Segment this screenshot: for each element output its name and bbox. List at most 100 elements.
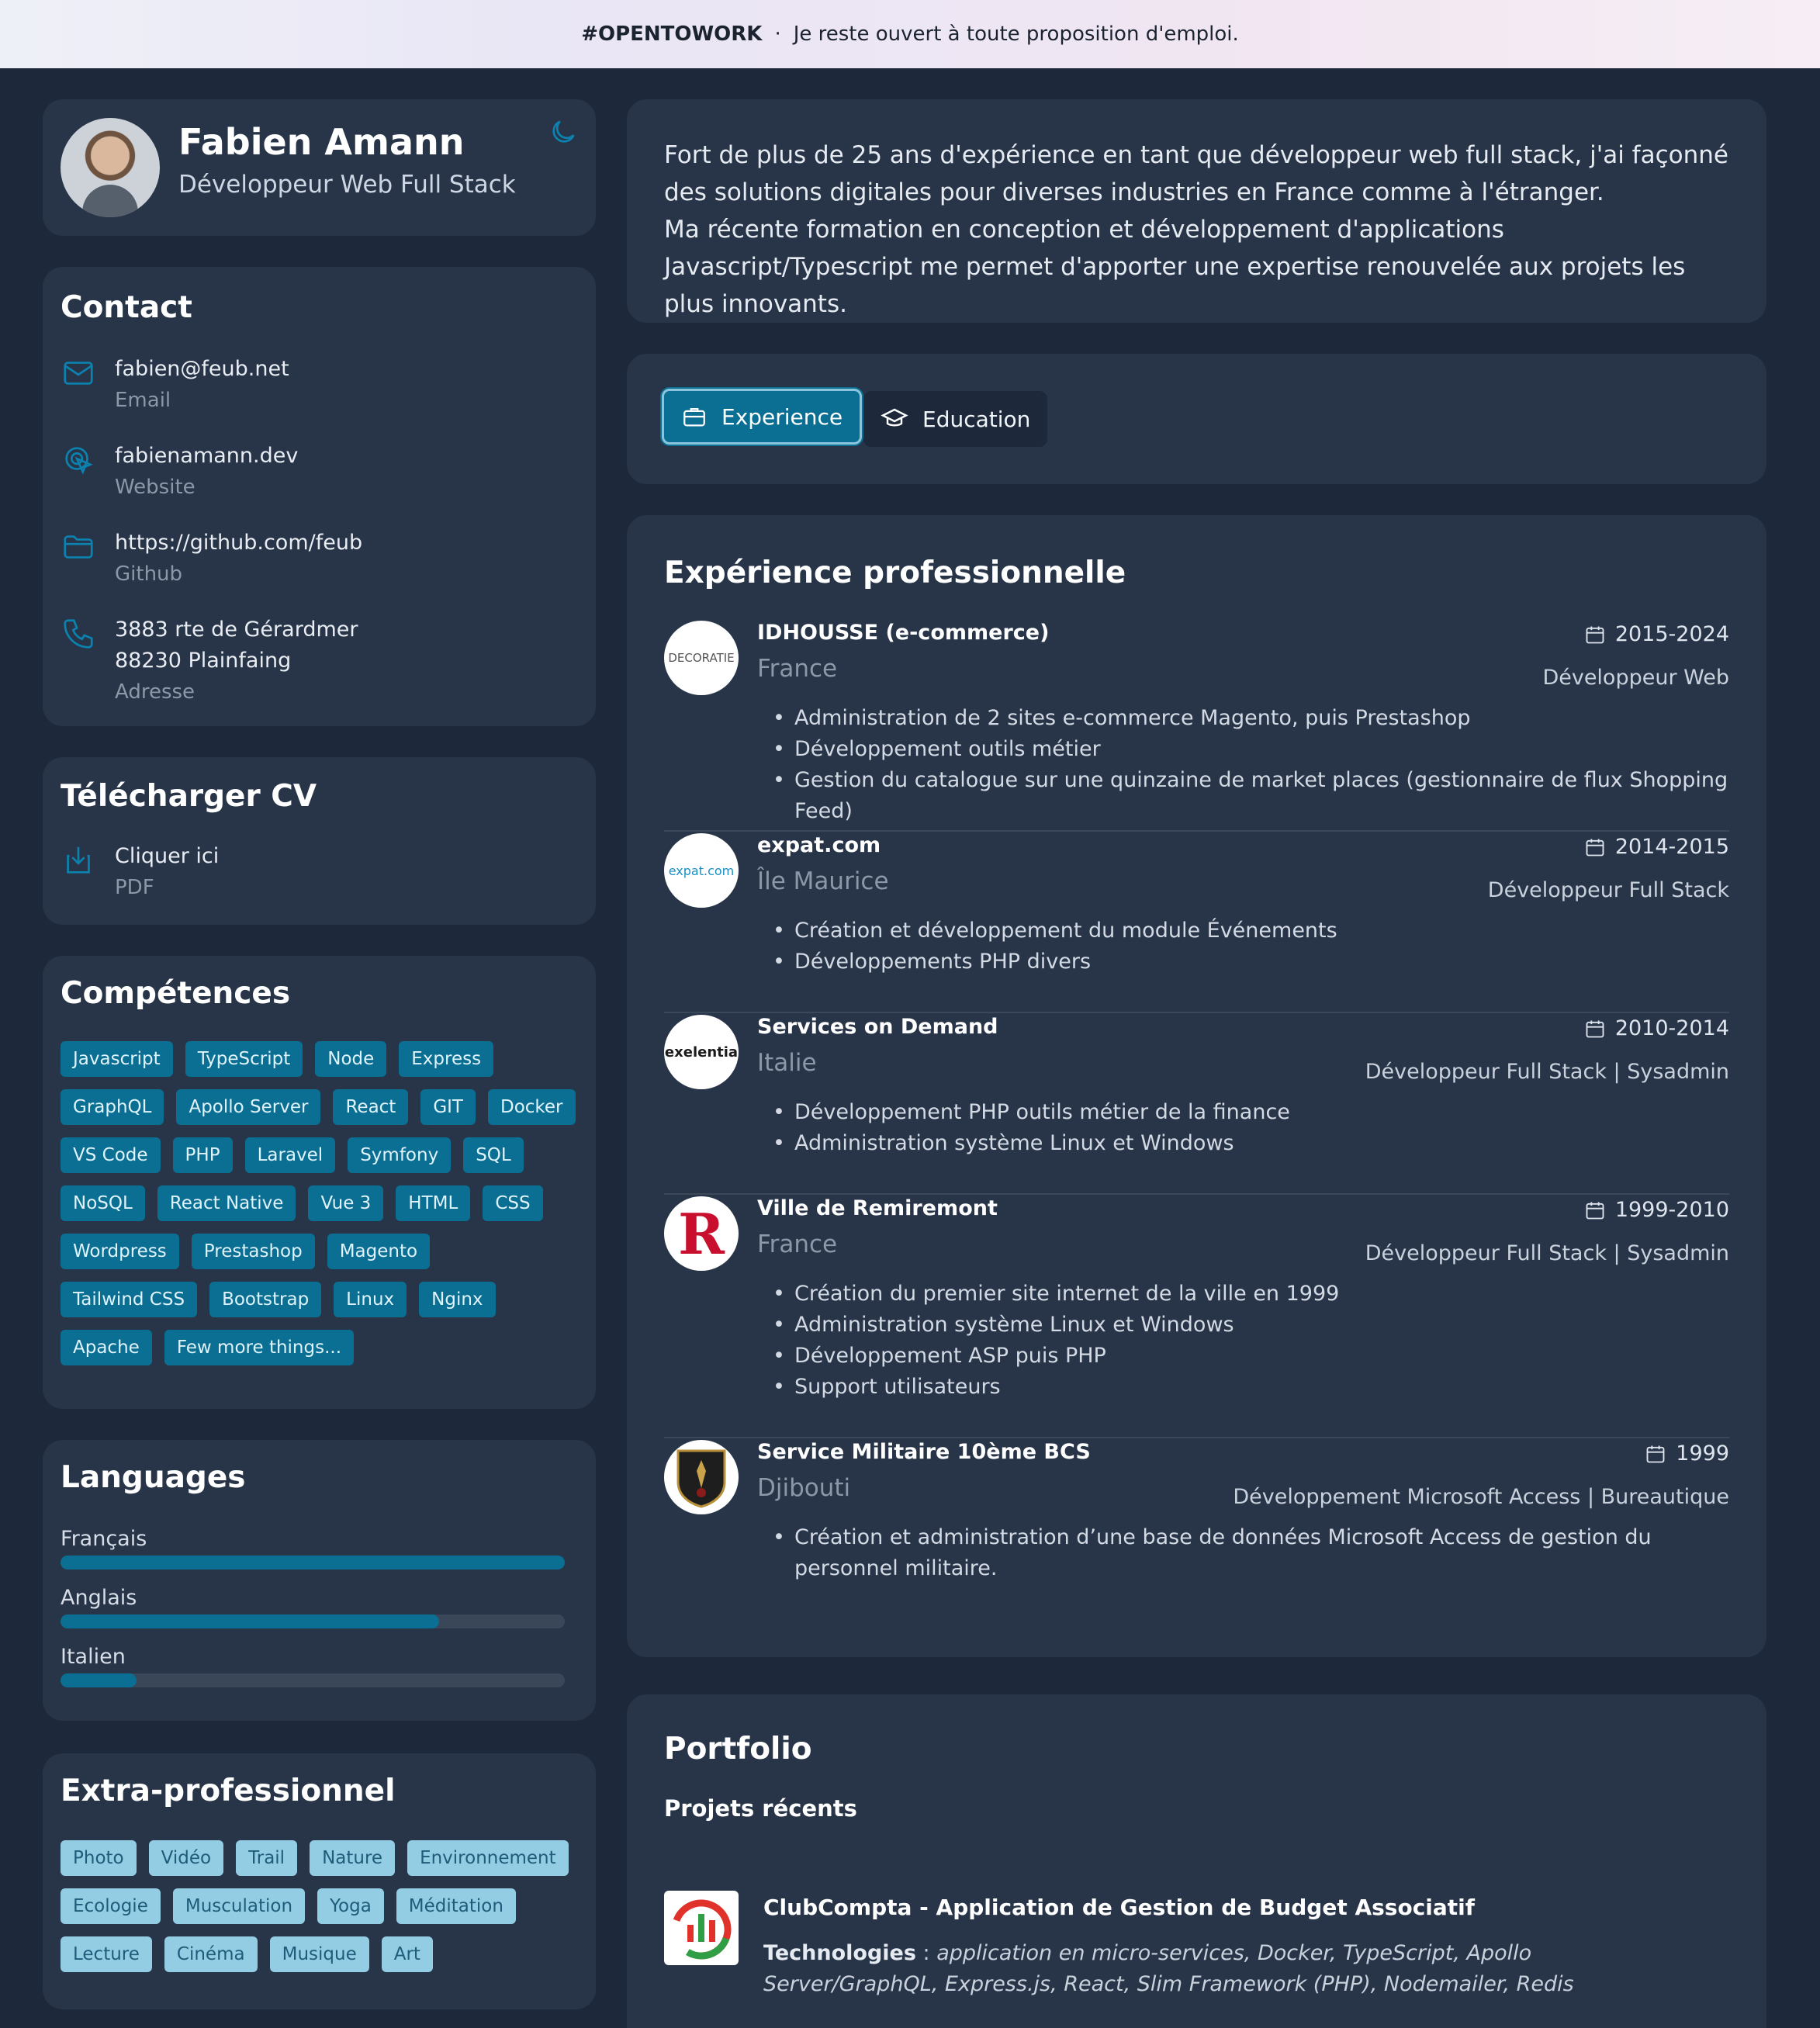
contact-address: 3883 rte de Gérardmer 88230 Plainfaing Adr… xyxy=(61,614,358,708)
bullet: Développement ASP puis PHP xyxy=(757,1341,1729,1372)
bullet: Support utilisateurs xyxy=(757,1372,1729,1403)
company-logo: exelentia xyxy=(664,1015,739,1089)
contact-value[interactable]: fabien@feub.net xyxy=(115,354,289,385)
bullet: Création et administration d’une base de… xyxy=(757,1522,1729,1584)
contact-github[interactable]: https://github.com/feub Github xyxy=(61,528,362,590)
briefcase-icon xyxy=(683,407,705,427)
language-bar-fill xyxy=(61,1673,137,1687)
cv-link[interactable]: Cliquer ici xyxy=(115,841,219,872)
profile-name: Fabien Amann xyxy=(178,121,465,163)
calendar-icon xyxy=(1646,1445,1665,1462)
tag: Lecture xyxy=(61,1936,152,1972)
company-place: France xyxy=(757,655,838,683)
language-bar xyxy=(61,1614,565,1628)
profile-card: Fabien Amann Développeur Web Full Stack xyxy=(43,99,596,236)
tag: React Native xyxy=(157,1185,296,1221)
tag: Méditation xyxy=(396,1888,516,1924)
tag: Symfony xyxy=(348,1137,452,1173)
experience-item: exelentia Services on Demand Italie 2010… xyxy=(664,1015,1729,1185)
tag: Musculation xyxy=(172,1888,306,1924)
moon-icon[interactable] xyxy=(548,116,579,147)
tab-education[interactable]: Education xyxy=(863,391,1048,447)
experience-date: 1999 xyxy=(1645,1441,1729,1466)
graduation-cap-icon xyxy=(881,408,908,427)
about-text: Fort de plus de 25 ans d'expérience en t… xyxy=(664,137,1729,323)
company-place: Djibouti xyxy=(757,1474,851,1502)
company-logo: DECORATIE xyxy=(664,621,739,695)
tab-label: Education xyxy=(922,406,1031,432)
bullet: Gestion du catalogue sur une quinzaine d… xyxy=(757,765,1729,827)
experience-role: Développeur Full Stack | Sysadmin xyxy=(1365,1060,1729,1084)
calendar-icon xyxy=(1586,1202,1604,1219)
experience-role: Développeur Web xyxy=(1542,666,1729,690)
tag: Laravel xyxy=(244,1137,336,1173)
languages-card: Languages Français Anglais Italien xyxy=(43,1440,596,1721)
tag: Nature xyxy=(310,1840,396,1876)
contact-value-2: 88230 Plainfaing xyxy=(115,649,292,673)
date-text: 1999-2010 xyxy=(1614,1198,1729,1222)
tag: Vue 3 xyxy=(308,1185,384,1221)
skills-card: Compétences Javascript TypeScript Node Expr… xyxy=(43,956,596,1409)
experience-title: Expérience professionnelle xyxy=(664,555,1126,590)
language-name: Italien xyxy=(61,1645,126,1669)
language-bar-fill xyxy=(61,1556,565,1569)
language-bar-fill xyxy=(61,1614,439,1628)
tag: VS Code xyxy=(61,1137,161,1173)
contact-value[interactable]: fabienamann.dev xyxy=(115,441,298,472)
experience-bullets: Création et administration d’une base de… xyxy=(757,1522,1729,1584)
tag: Express xyxy=(399,1041,494,1077)
contact-label: Adresse xyxy=(115,680,195,704)
company-name: Ville de Remiremont xyxy=(757,1196,998,1220)
company-name: Service Militaire 10ème BCS xyxy=(757,1440,1091,1464)
about-card: Fort de plus de 25 ans d'expérience en t… xyxy=(627,99,1766,323)
contact-label: Github xyxy=(115,562,183,586)
experience-bullets: Création et développement du module Évén… xyxy=(757,915,1729,978)
contact-card: Contact fabien@feub.net Email fabienamann… xyxy=(43,267,596,726)
project-name[interactable]: ClubCompta - Application de Gestion de B… xyxy=(763,1895,1475,1920)
tag: GraphQL xyxy=(61,1089,164,1125)
tag: CSS xyxy=(483,1185,543,1221)
logo-text: DECORATIE xyxy=(668,651,735,665)
bullet: Création et développement du module Évén… xyxy=(757,915,1729,947)
language-item: Italien xyxy=(61,1645,565,1687)
bullet: Administration système Linux et Windows xyxy=(757,1128,1729,1159)
logo-text: expat.com xyxy=(668,863,735,878)
tag: Node xyxy=(315,1041,387,1077)
language-bar xyxy=(61,1673,565,1687)
company-place: Italie xyxy=(757,1049,817,1077)
language-bar xyxy=(61,1556,565,1569)
contact-email[interactable]: fabien@feub.net Email xyxy=(61,354,289,416)
project-logo[interactable] xyxy=(664,1891,739,1965)
contact-label: Website xyxy=(115,476,195,499)
tag: Magento xyxy=(327,1234,431,1269)
language-item: Anglais xyxy=(61,1586,565,1628)
tag: Bootstrap xyxy=(209,1282,322,1317)
tag: Docker xyxy=(487,1089,576,1125)
experience-card: Expérience professionnelle DECORATIE IDH… xyxy=(627,515,1766,1657)
bullet: Administration de 2 sites e-commerce Mag… xyxy=(757,703,1729,734)
experience-item: DECORATIE IDHOUSSE (e-commerce) France 2… xyxy=(664,621,1729,823)
contact-value[interactable]: https://github.com/feub xyxy=(115,528,362,559)
bullet: Développement outils métier xyxy=(757,734,1729,765)
experience-item: R Ville de Remiremont France 1999-2010 D… xyxy=(664,1196,1729,1429)
experience-date: 2015-2024 xyxy=(1584,622,1729,646)
tag: GIT xyxy=(420,1089,476,1125)
portfolio-title: Portfolio xyxy=(664,1732,812,1767)
tag: Trail xyxy=(236,1840,298,1876)
military-badge-icon xyxy=(676,1449,726,1508)
contact-website[interactable]: fabienamann.dev Website xyxy=(61,441,298,503)
date-text: 2010-2014 xyxy=(1614,1016,1729,1040)
logo-text: R xyxy=(678,1200,725,1267)
experience-role: Développeur Full Stack xyxy=(1487,878,1729,902)
pointer-icon xyxy=(65,447,93,475)
tab-experience[interactable]: Experience xyxy=(662,389,863,445)
skills-tag-list: Javascript TypeScript Node Express GraphQL Ap… xyxy=(61,1041,578,1365)
banner-text: Je reste ouvert à toute proposition d'em… xyxy=(793,22,1239,46)
language-name: Anglais xyxy=(61,1586,137,1610)
contact-label: Email xyxy=(115,389,171,412)
tag: Linux xyxy=(334,1282,407,1317)
cv-download[interactable]: Cliquer ici PDF xyxy=(61,841,219,903)
contact-value: 3883 rte de Gérardmer xyxy=(115,618,358,642)
language-name: Français xyxy=(61,1527,147,1551)
tag: Wordpress xyxy=(61,1234,179,1269)
